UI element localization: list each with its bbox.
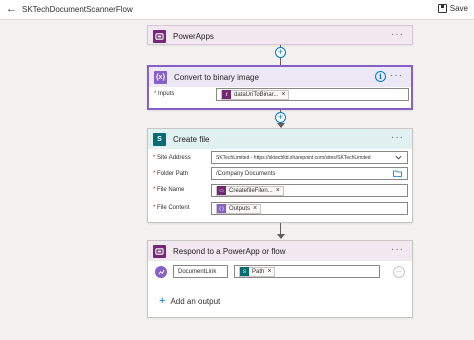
remove-token-icon[interactable]: × (276, 187, 280, 194)
sharepoint-icon: S (153, 132, 166, 146)
function-icon: f (222, 90, 231, 99)
file-name-field[interactable]: ▭ CreatefileFilen... × (211, 184, 408, 197)
site-address-select[interactable]: SKTechLimited - https://sktechltd.sharep… (211, 151, 408, 164)
chevron-down-icon (395, 154, 402, 163)
respond-title: Respond to a PowerApp or flow (173, 246, 286, 256)
output-row-more-menu[interactable]: ··· (393, 266, 405, 278)
powerapps-title: PowerApps (173, 31, 214, 41)
respond-powerapp-card: Respond to a PowerApp or flow ··· Docume… (147, 240, 413, 318)
folder-path-label: * Folder Path (153, 171, 189, 177)
create-file-title: Create file (173, 134, 210, 144)
powerapps-icon (153, 244, 166, 258)
back-arrow-icon[interactable]: ← (6, 3, 17, 15)
folder-path-field[interactable]: /Company Documents (211, 167, 408, 180)
data-operation-icon: {} (217, 204, 226, 213)
insert-step-plus-icon[interactable]: + (275, 47, 286, 58)
site-address-label: * Site Address (153, 155, 191, 161)
output-value-token: S Path × (239, 266, 276, 277)
remove-token-icon[interactable]: × (281, 91, 285, 98)
save-button[interactable]: Save (437, 4, 468, 13)
save-label: Save (449, 4, 468, 13)
file-name-token: ▭ CreatefileFilen... × (216, 185, 284, 196)
convert-more-menu[interactable]: ··· (390, 70, 403, 81)
inputs-field[interactable]: f dataUriToBinar... × (216, 88, 409, 101)
respond-more-menu[interactable]: ··· (391, 244, 404, 255)
top-bar: ← SKTechDocumentScannerFlow Save (0, 0, 474, 20)
file-content-label: * File Content (153, 205, 190, 211)
output-key-field[interactable]: DocumentLink (173, 265, 228, 278)
create-file-card: S Create file ··· * Site Address SKTechL… (147, 128, 413, 223)
file-content-token: {} Outputs × (216, 203, 262, 214)
convert-binary-card: {x} Convert to binary image i ··· * Inpu… (147, 65, 413, 110)
file-name-label: * File Name (153, 187, 185, 193)
output-type-icon (155, 266, 167, 278)
inputs-label: * Inputs (154, 91, 175, 97)
convert-title: Convert to binary image (174, 72, 259, 82)
output-value-field[interactable]: S Path × (234, 265, 380, 278)
remove-token-icon[interactable]: × (253, 205, 257, 212)
info-icon[interactable]: i (375, 71, 386, 82)
save-icon (437, 4, 447, 13)
sharepoint-icon: S (240, 267, 249, 276)
powerapps-icon (153, 29, 166, 43)
create-file-more-menu[interactable]: ··· (391, 132, 404, 143)
flow-name: SKTechDocumentScannerFlow (22, 5, 133, 14)
inputs-token: f dataUriToBinar... × (221, 89, 290, 100)
file-content-field[interactable]: {} Outputs × (211, 202, 408, 215)
folder-icon[interactable] (393, 170, 402, 179)
powerapps-more-menu[interactable]: ··· (391, 29, 404, 40)
plus-icon: + (159, 295, 166, 307)
connector-arrow-icon (277, 234, 285, 239)
add-output-button[interactable]: + Add an output (159, 296, 220, 307)
powerapps-trigger-card[interactable]: PowerApps ··· (147, 25, 413, 45)
data-operation-icon: {x} (154, 70, 167, 84)
powerapps-icon: ▭ (217, 186, 226, 195)
remove-token-icon[interactable]: × (267, 268, 271, 275)
insert-step-plus-icon[interactable]: + (275, 112, 286, 123)
